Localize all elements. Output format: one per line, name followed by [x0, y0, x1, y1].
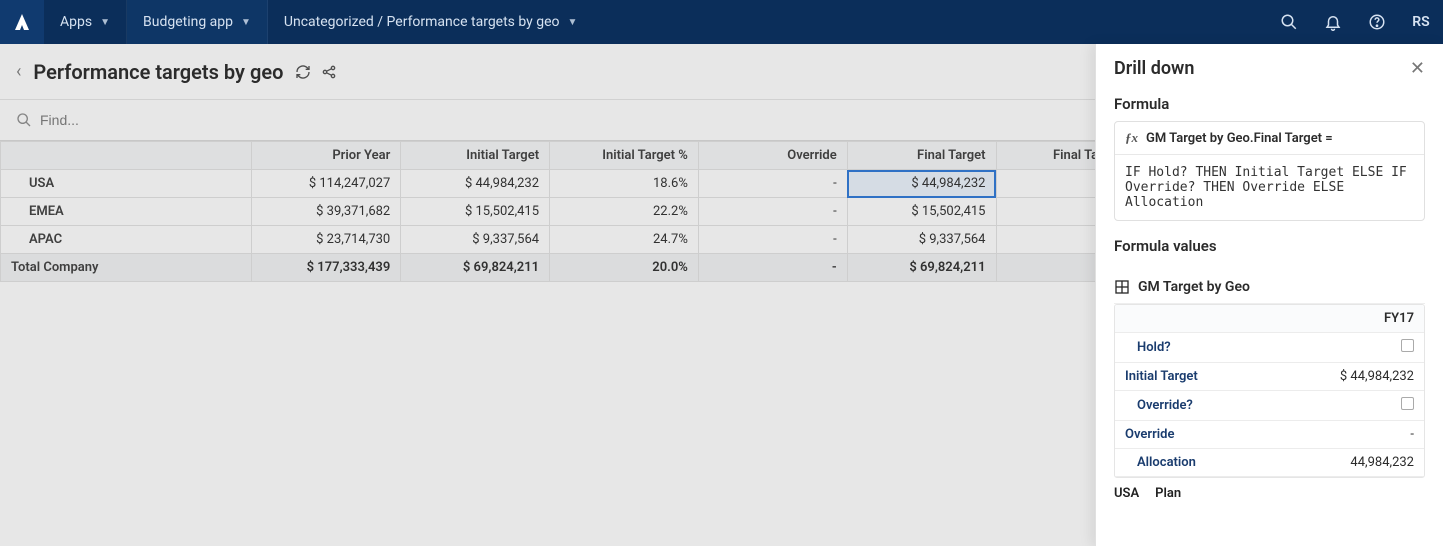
grid-corner: [1, 142, 252, 170]
cell[interactable]: -: [698, 198, 847, 226]
cell[interactable]: 18.6%: [550, 170, 699, 198]
grid-icon: [1114, 279, 1130, 295]
formula-box: ƒx GM Target by Geo.Final Target = IF Ho…: [1114, 121, 1425, 221]
column-header[interactable]: Final Target: [847, 142, 996, 170]
fv-value: 44,984,232: [1285, 449, 1424, 477]
user-initials: RS: [1412, 14, 1429, 30]
nav-app-name: Budgeting app: [143, 14, 233, 30]
formula-values-section-title: Formula values: [1096, 221, 1443, 263]
fx-icon: ƒx: [1125, 130, 1138, 146]
cell[interactable]: -: [698, 226, 847, 254]
checkbox[interactable]: [1401, 339, 1414, 352]
cell[interactable]: $ 9,337,564: [847, 226, 996, 254]
cell[interactable]: $ 69,824,211: [401, 254, 550, 282]
cell[interactable]: $ 9,337,564: [401, 226, 550, 254]
fv-label: Hold?: [1115, 333, 1285, 363]
formula-section-title: Formula: [1096, 87, 1443, 121]
cell[interactable]: $ 69,824,211: [847, 254, 996, 282]
cell[interactable]: $ 44,984,232: [847, 170, 996, 198]
chevron-down-icon: ▼: [100, 17, 110, 28]
fv-row: Override?: [1115, 391, 1424, 421]
nav-breadcrumb[interactable]: Uncategorized / Performance targets by g…: [268, 0, 594, 44]
checkbox[interactable]: [1401, 397, 1414, 410]
fv-row: Override-: [1115, 421, 1424, 449]
chevron-down-icon: ▼: [568, 17, 578, 28]
fv-row: Allocation44,984,232: [1115, 449, 1424, 477]
row-header[interactable]: EMEA: [1, 198, 252, 226]
app-logo[interactable]: [0, 0, 44, 44]
fv-value: [1285, 391, 1424, 421]
column-header[interactable]: Prior Year: [252, 142, 401, 170]
nav-apps-label: Apps: [60, 14, 92, 30]
cell[interactable]: $ 44,984,232: [401, 170, 550, 198]
fv-value: -: [1285, 421, 1424, 449]
cell[interactable]: $ 114,247,027: [252, 170, 401, 198]
cell[interactable]: $ 23,714,730: [252, 226, 401, 254]
cell[interactable]: -: [698, 170, 847, 198]
notifications-button[interactable]: [1311, 0, 1355, 44]
nav-apps[interactable]: Apps ▼: [44, 0, 127, 44]
formula-body: IF Hold? THEN Initial Target ELSE IF Ove…: [1115, 155, 1424, 220]
fv-value: [1285, 333, 1424, 363]
column-header[interactable]: Override: [698, 142, 847, 170]
user-avatar[interactable]: RS: [1399, 0, 1443, 44]
search-icon: [16, 112, 32, 128]
cell[interactable]: 22.2%: [550, 198, 699, 226]
fv-label: Allocation: [1115, 449, 1285, 477]
nav-app-switcher[interactable]: Budgeting app ▼: [127, 0, 268, 44]
row-header[interactable]: Total Company: [1, 254, 252, 282]
cell[interactable]: $ 177,333,439: [252, 254, 401, 282]
panel-title: Drill down: [1114, 58, 1194, 79]
fv-label: Override: [1115, 421, 1285, 449]
module-name: GM Target by Geo: [1138, 279, 1250, 295]
global-search-button[interactable]: [1267, 0, 1311, 44]
breadcrumb-text: Uncategorized / Performance targets by g…: [284, 14, 560, 30]
formula-name: GM Target by Geo.Final Target =: [1146, 131, 1333, 146]
fv-label: Override?: [1115, 391, 1285, 421]
cell[interactable]: $ 15,502,415: [847, 198, 996, 226]
context-tag: USA: [1114, 486, 1139, 501]
cell[interactable]: $ 39,371,682: [252, 198, 401, 226]
cell[interactable]: $ 15,502,415: [401, 198, 550, 226]
back-button[interactable]: ‹: [16, 61, 21, 82]
find-input[interactable]: [40, 112, 240, 128]
context-tag: Plan: [1155, 486, 1181, 501]
fv-value: $ 44,984,232: [1285, 363, 1424, 391]
cell[interactable]: 20.0%: [550, 254, 699, 282]
chevron-down-icon: ▼: [241, 17, 251, 28]
drill-down-panel: Drill down ✕ Formula ƒx GM Target by Geo…: [1095, 44, 1443, 546]
share-icon[interactable]: [321, 64, 337, 80]
module-reference[interactable]: GM Target by Geo: [1114, 269, 1425, 304]
formula-values-table: FY17 Hold?Initial Target$ 44,984,232Over…: [1114, 304, 1425, 478]
column-header[interactable]: Initial Target: [401, 142, 550, 170]
page-title: Performance targets by geo: [33, 60, 283, 84]
fv-row: Hold?: [1115, 333, 1424, 363]
cell[interactable]: -: [698, 254, 847, 282]
cell[interactable]: 24.7%: [550, 226, 699, 254]
column-header[interactable]: Initial Target %: [550, 142, 699, 170]
refresh-icon[interactable]: [295, 64, 311, 80]
row-header[interactable]: APAC: [1, 226, 252, 254]
row-header[interactable]: USA: [1, 170, 252, 198]
fv-row: Initial Target$ 44,984,232: [1115, 363, 1424, 391]
fv-label: Initial Target: [1115, 363, 1285, 391]
help-button[interactable]: [1355, 0, 1399, 44]
fv-period-header: FY17: [1285, 305, 1424, 333]
close-icon[interactable]: ✕: [1410, 58, 1425, 79]
